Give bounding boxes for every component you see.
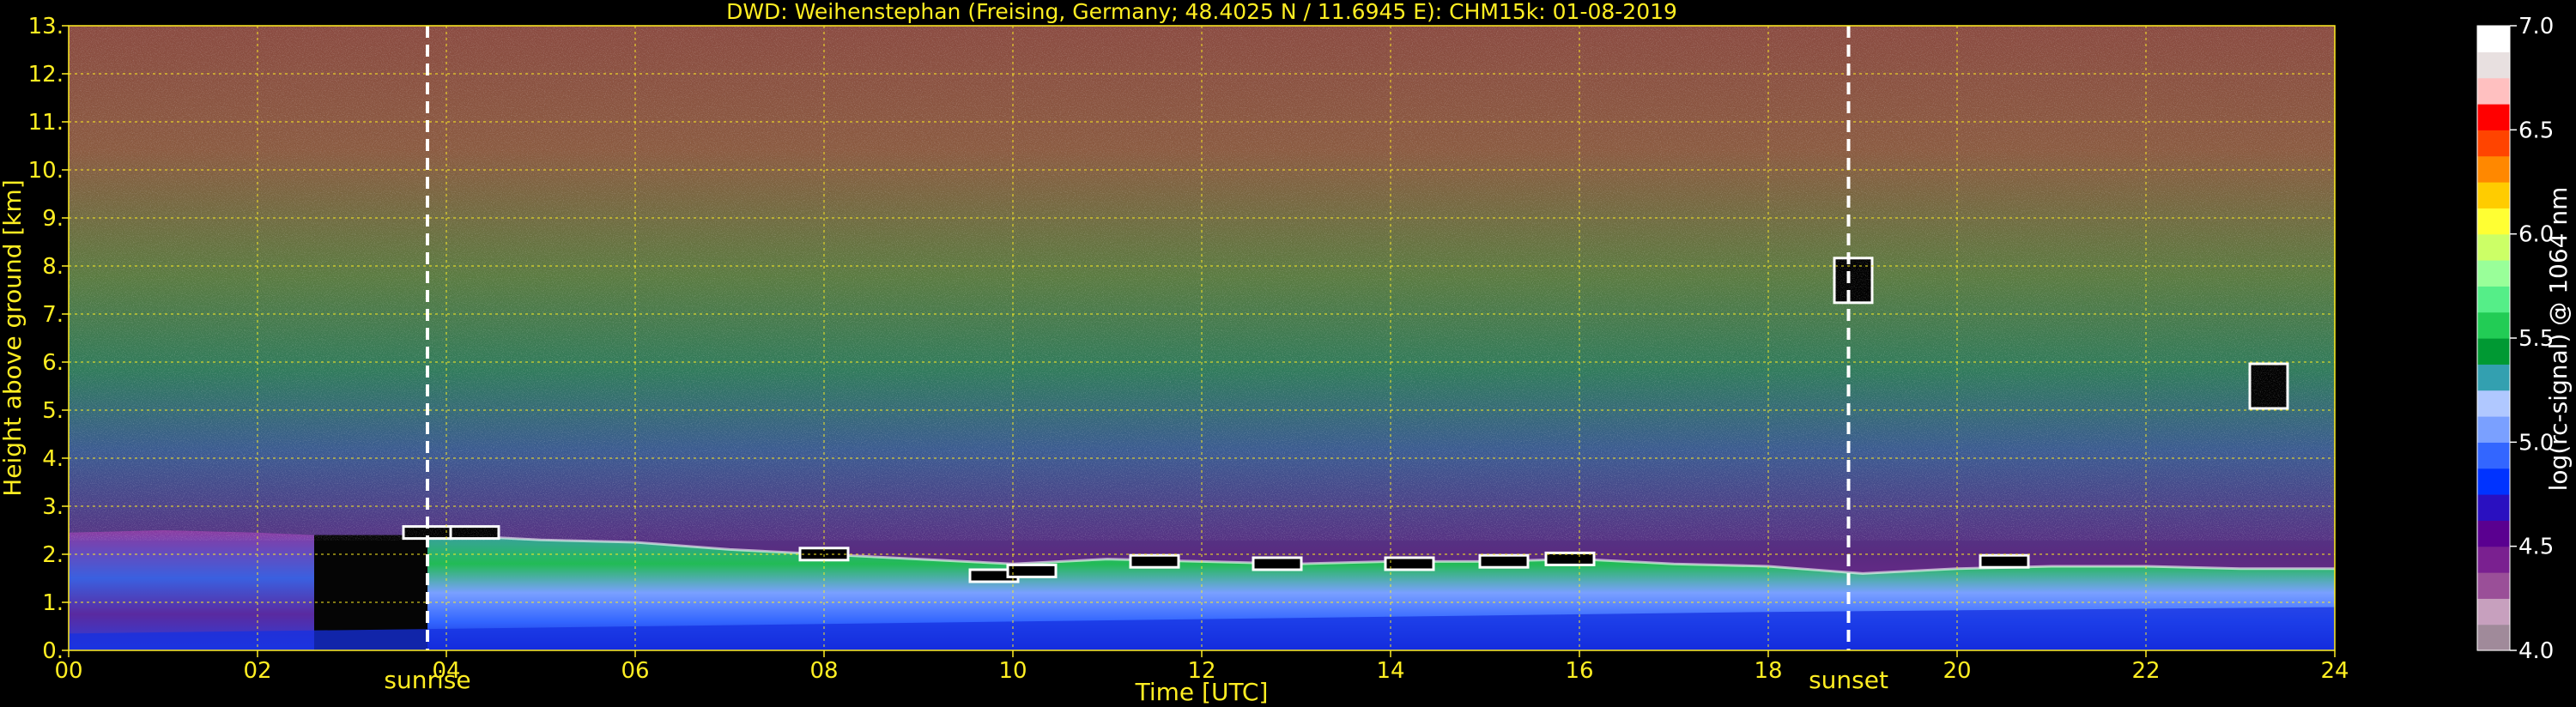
cloud-base xyxy=(1129,553,1180,569)
colorbar-tick-label: 6.5 xyxy=(2518,118,2554,143)
x-tick-label: 22 xyxy=(2131,658,2160,684)
x-tick-label: 14 xyxy=(1376,658,1404,684)
y-tick-label: 10. xyxy=(28,158,64,184)
y-tick-label: 0. xyxy=(42,638,64,664)
lidar-chart: sunrise sunset 00 02 04 06 08 10 12 14 16 18 20 22 24… xyxy=(0,0,2573,706)
colorbar-segment xyxy=(2477,311,2510,339)
x-tick-label: 10 xyxy=(998,658,1027,684)
colorbar-segment xyxy=(2477,26,2510,52)
x-tick-label: 20 xyxy=(1943,658,1971,684)
y-tick-label: 3. xyxy=(42,494,64,520)
colorbar-segment xyxy=(2477,233,2510,261)
cloud-base xyxy=(1478,553,1530,569)
y-tick-label: 9. xyxy=(42,206,64,232)
colorbar-segment xyxy=(2477,546,2510,573)
speckle-noise xyxy=(69,26,2335,541)
colorbar-segment xyxy=(2477,338,2510,365)
x-axis-label: Time [UTC] xyxy=(1135,678,1269,706)
y-tick-label: 4. xyxy=(42,446,64,472)
colorbar-segment xyxy=(2477,51,2510,79)
x-tick-label: 16 xyxy=(1565,658,1593,684)
colorbar-tick-label: 4.5 xyxy=(2518,535,2554,560)
y-tick-label: 5. xyxy=(42,398,64,424)
chart-title: DWD: Weihenstephan (Freising, Germany; 4… xyxy=(726,0,1677,24)
cloud-base xyxy=(1252,556,1303,571)
y-tick-label: 6. xyxy=(42,350,64,376)
colorbar-segment xyxy=(2477,598,2510,625)
colorbar-segment xyxy=(2477,494,2510,521)
colorbar-segment xyxy=(2477,364,2510,391)
colorbar-segment xyxy=(2477,390,2510,417)
colorbar-segment xyxy=(2477,468,2510,495)
y-axis-ticks: 0. 1. 2. 3. 4. 5. 6. 7. 8. 9. 10. 11. 12. 13. xyxy=(28,14,69,664)
x-tick-label: 04 xyxy=(432,658,460,684)
sunset-label: sunset xyxy=(1809,666,1888,694)
colorbar-segment xyxy=(2477,208,2510,235)
colorbar-segment xyxy=(2477,442,2510,469)
colorbar-segment xyxy=(2477,520,2510,547)
colorbar-segment xyxy=(2477,416,2510,443)
colorbar-segment xyxy=(2477,77,2510,105)
y-axis-label: Height above ground [km] xyxy=(0,179,27,497)
cloud-base xyxy=(1006,563,1058,578)
colorbar-segment xyxy=(2477,104,2510,130)
colorbar-label: log(rc-signal) @ 1064 nm xyxy=(2544,187,2573,492)
colorbar-tick-label: 4.0 xyxy=(2518,638,2554,664)
colorbar-segment xyxy=(2477,130,2510,157)
y-tick-label: 12. xyxy=(28,62,64,88)
y-tick-label: 13. xyxy=(28,14,64,39)
colorbar-tick-label: 7.0 xyxy=(2518,14,2554,39)
y-tick-label: 8. xyxy=(42,254,64,280)
colorbar-segment xyxy=(2477,260,2510,287)
y-tick-label: 1. xyxy=(42,590,64,616)
x-tick-label: 08 xyxy=(809,658,838,684)
colorbar-segment xyxy=(2477,572,2510,599)
x-tick-label: 18 xyxy=(1754,658,1782,684)
colorbar-segment xyxy=(2477,624,2510,651)
colorbar-segment xyxy=(2477,286,2510,313)
y-tick-label: 11. xyxy=(28,110,64,136)
y-tick-label: 2. xyxy=(42,542,64,568)
x-tick-label: 06 xyxy=(621,658,649,684)
colorbar xyxy=(2476,25,2511,651)
x-tick-label: 24 xyxy=(2320,658,2349,684)
x-tick-label: 02 xyxy=(243,658,271,684)
colorbar-segment xyxy=(2477,182,2510,208)
cloud-base xyxy=(1384,556,1435,571)
colorbar-segment xyxy=(2477,155,2510,183)
y-tick-label: 7. xyxy=(42,302,64,328)
cloud-base xyxy=(1979,553,2030,569)
